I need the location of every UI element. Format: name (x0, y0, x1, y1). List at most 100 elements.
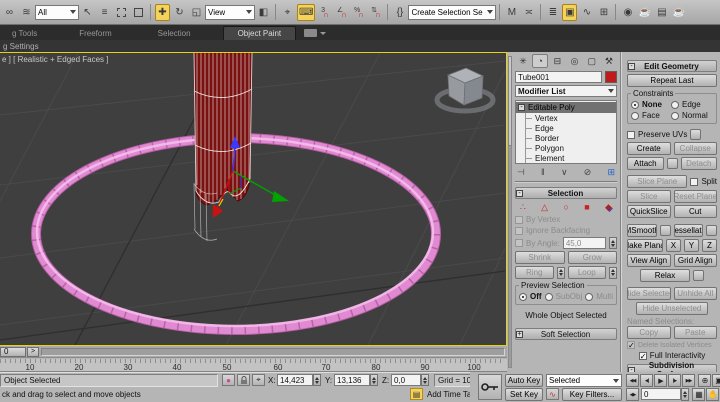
hide-unselected-button[interactable]: Hide Unselected (636, 302, 708, 315)
msmooth-settings-button[interactable] (660, 225, 671, 236)
rendered-frame-icon[interactable]: ▤ (654, 4, 669, 21)
frame-spinner[interactable] (681, 388, 689, 401)
perspective-viewport[interactable]: e ] [ Realistic + Edged Faces ] (0, 52, 507, 346)
collapse-button[interactable]: Collapse (674, 142, 718, 155)
y-coordinate-field[interactable]: 13,136 (334, 374, 370, 386)
constraint-none-radio[interactable] (631, 101, 639, 109)
key-mode-toggle-button[interactable]: ◀▶ (626, 388, 639, 401)
constraint-edge-radio[interactable] (671, 101, 679, 109)
angle-spinner[interactable] (609, 237, 617, 249)
percent-snap-icon[interactable]: %∩ (351, 4, 366, 21)
ignore-backfacing-checkbox[interactable] (515, 227, 523, 235)
time-slider-track[interactable] (41, 348, 505, 356)
configure-modifier-sets-icon[interactable]: ⊞ (607, 167, 615, 178)
stack-item-border[interactable]: Border (526, 133, 616, 143)
by-vertex-checkbox[interactable] (515, 216, 523, 224)
add-time-tag-label[interactable]: Add Time Tag (427, 390, 476, 399)
material-editor-icon[interactable]: ◉ (620, 4, 635, 21)
ribbon-toggle-icon[interactable]: ▣ (562, 4, 577, 21)
panel-scrollbar-thumb[interactable] (508, 56, 512, 146)
coord-system-combo[interactable]: View (205, 5, 255, 20)
pivot-center-icon[interactable]: ◧ (256, 4, 271, 21)
default-tangents-icon[interactable]: ∿ (546, 388, 559, 400)
absolute-offset-toggle-icon[interactable]: ⌖ (252, 374, 265, 386)
element-mode-icon[interactable]: ◆ (605, 202, 612, 213)
stack-item-element[interactable]: Element (526, 153, 616, 163)
chevron-down-icon[interactable] (320, 32, 326, 35)
rect-region-icon[interactable] (114, 4, 129, 21)
tessellate-button[interactable]: Tessellate (674, 224, 704, 237)
curve-editor-icon[interactable]: ∿ (579, 4, 594, 21)
auto-key-button[interactable]: Auto Key (505, 374, 543, 387)
full-interactivity-checkbox[interactable] (639, 352, 647, 360)
tessellate-settings-button[interactable] (706, 225, 717, 236)
schematic-view-icon[interactable]: ⊞ (596, 4, 611, 21)
x-button[interactable]: X (666, 239, 681, 252)
angle-value-field[interactable]: 45,0 (563, 237, 606, 249)
select-move-icon[interactable]: ✚ (155, 4, 170, 21)
named-selection-sets-icon[interactable]: {} (392, 4, 407, 21)
collapse-icon[interactable]: - (518, 104, 525, 111)
zoom-icon[interactable]: ⊕ (698, 374, 711, 387)
current-frame-field[interactable]: 0 (641, 388, 681, 400)
object-color-swatch[interactable] (605, 71, 617, 83)
stack-item-polygon[interactable]: Polygon (526, 143, 616, 153)
stack-item-editable-poly[interactable]: - Editable Poly (516, 102, 616, 113)
zoom-extents-icon[interactable]: ▣ (712, 374, 720, 387)
stack-item-edge[interactable]: Edge (526, 123, 616, 133)
ribbon-tab-modeling[interactable]: g Tools (0, 27, 49, 40)
align-icon[interactable]: ≍ (521, 4, 536, 21)
y-spinner[interactable] (370, 374, 378, 386)
relax-settings-button[interactable] (693, 270, 704, 281)
by-angle-checkbox[interactable] (515, 239, 523, 247)
create-tab-icon[interactable]: ✳ (515, 54, 531, 68)
selection-rollout-header[interactable]: - Selection (515, 187, 617, 199)
loop-button[interactable]: Loop (568, 266, 607, 279)
preview-off-radio[interactable] (519, 293, 527, 301)
select-rotate-icon[interactable]: ↻ (172, 4, 187, 21)
copy-button[interactable]: Copy (627, 326, 671, 339)
cut-button[interactable]: Cut (674, 205, 718, 218)
make-planar-button[interactable]: Make Planar (627, 239, 663, 252)
relax-button[interactable]: Relax (640, 269, 690, 282)
object-name-field[interactable]: Tube001 (515, 71, 602, 83)
show-end-result-icon[interactable]: ‖ (541, 167, 545, 178)
edit-geometry-rollout-header[interactable]: - Edit Geometry (627, 60, 717, 72)
snap-toggle-icon[interactable]: 3∩ (317, 4, 332, 21)
stack-item-vertex[interactable]: Vertex (526, 113, 616, 123)
ring-button[interactable]: Ring (515, 266, 554, 279)
mirror-icon[interactable]: M (504, 4, 519, 21)
display-tab-icon[interactable]: ▢ (584, 54, 600, 68)
goto-end-button[interactable]: ▶▶ (682, 374, 695, 387)
layer-manager-icon[interactable]: ≣ (545, 4, 560, 21)
select-scale-icon[interactable]: ◱ (189, 4, 204, 21)
paste-button[interactable]: Paste (674, 326, 718, 339)
x-coordinate-field[interactable]: 14,423 (277, 374, 313, 386)
time-slider-handle[interactable]: 0 (0, 347, 26, 357)
goto-start-button[interactable]: ◀◀ (626, 374, 639, 387)
z-spinner[interactable] (421, 374, 429, 386)
render-setup-icon[interactable]: ☕ (637, 4, 652, 21)
ring-spinner[interactable] (557, 267, 565, 279)
ribbon-tab-selection[interactable]: Selection (146, 27, 203, 40)
z-button[interactable]: Z (702, 239, 717, 252)
z-coordinate-field[interactable]: 0,0 (391, 374, 421, 386)
grow-button[interactable]: Grow (568, 251, 618, 264)
isolate-selection-icon[interactable]: ● (222, 374, 235, 386)
remove-modifier-icon[interactable]: ⊘ (584, 167, 592, 178)
repeat-last-button[interactable]: Repeat Last (627, 74, 717, 87)
create-button[interactable]: Create (627, 142, 671, 155)
selection-lock-icon[interactable] (237, 374, 250, 386)
key-filters-button[interactable]: Key Filters... (562, 388, 622, 401)
motion-tab-icon[interactable]: ◎ (567, 54, 583, 68)
slice-plane-button[interactable]: Slice Plane (627, 175, 687, 188)
constraint-face-radio[interactable] (631, 112, 639, 120)
angle-snap-icon[interactable]: ∠∩ (334, 4, 349, 21)
slice-button[interactable]: Slice (627, 190, 671, 203)
soft-selection-rollout-header[interactable]: + Soft Selection (515, 328, 617, 340)
modifier-list-dropdown[interactable]: Modifier List (515, 85, 617, 97)
border-mode-icon[interactable]: ○ (563, 202, 568, 213)
named-selection-set-combo[interactable]: Create Selection Se (408, 5, 496, 20)
modify-tab-icon[interactable]: ◔ (532, 54, 548, 68)
loop-spinner[interactable] (609, 267, 617, 279)
